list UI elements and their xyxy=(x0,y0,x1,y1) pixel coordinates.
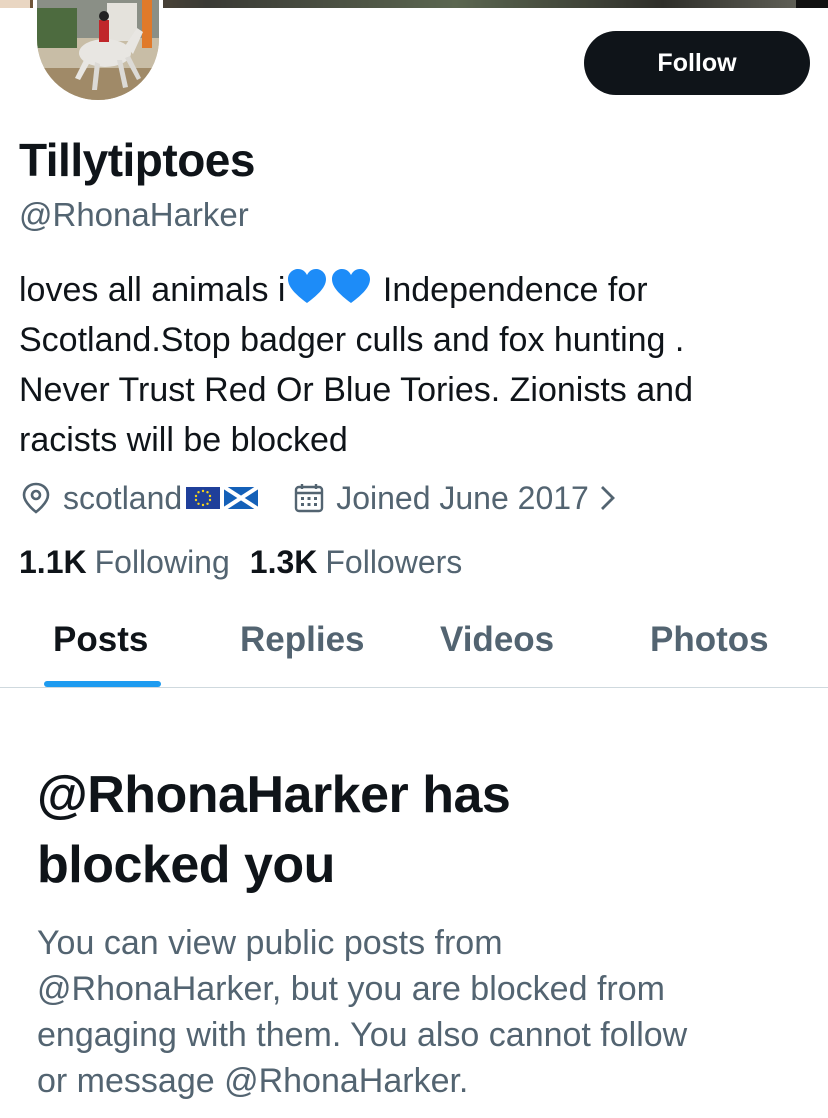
profile-tabs: Posts Replies Videos Photos xyxy=(0,600,828,688)
blocked-message: You can view public posts from @RhonaHar… xyxy=(37,920,817,1104)
display-name: Tillytiptoes xyxy=(19,134,255,186)
followers-label: Followers xyxy=(325,544,463,580)
avatar[interactable] xyxy=(33,0,163,104)
follow-stats: 1.1K Following 1.3K Followers xyxy=(19,544,462,581)
calendar-icon xyxy=(294,484,324,513)
avatar-image xyxy=(37,0,159,100)
tab-videos[interactable]: Videos xyxy=(440,620,554,660)
bio-line: Scotland.Stop badger culls and fox hunti… xyxy=(19,321,685,359)
blue-heart-icon xyxy=(288,269,327,303)
bio-line: Never Trust Red Or Blue Tories. Zionists… xyxy=(19,371,693,409)
chevron-right-icon xyxy=(600,486,615,510)
tab-photos[interactable]: Photos xyxy=(650,620,769,660)
banner-edge xyxy=(796,0,828,8)
joined-text: Joined June 2017 xyxy=(336,479,589,516)
bio-text: Independence for xyxy=(373,271,648,309)
blocked-message-line: or message @RhonaHarker. xyxy=(37,1062,469,1100)
blocked-title-line: @RhonaHarker has xyxy=(37,766,511,824)
blocked-title: @RhonaHarker has blocked you xyxy=(37,760,797,900)
location-pin-icon xyxy=(22,482,50,514)
blocked-title-line: blocked you xyxy=(37,836,335,894)
joined-date[interactable]: Joined June 2017 xyxy=(292,480,619,517)
scotland-flag-icon xyxy=(224,487,259,509)
following-count: 1.1K xyxy=(19,544,87,580)
blocked-message-line: @RhonaHarker, but you are blocked from xyxy=(37,970,665,1008)
followers-link[interactable]: 1.3K Followers xyxy=(250,544,463,581)
location-text: scotland xyxy=(63,479,183,516)
following-label: Following xyxy=(94,544,230,580)
profile-meta: scotland Joined June 2017 xyxy=(19,476,619,520)
tab-posts[interactable]: Posts xyxy=(53,620,148,660)
bio-line: racists will be blocked xyxy=(19,421,348,459)
blue-heart-icon xyxy=(332,269,371,303)
followers-count: 1.3K xyxy=(249,544,318,580)
following-link[interactable]: 1.1K Following xyxy=(19,544,230,581)
blocked-message-line: You can view public posts from xyxy=(37,924,503,962)
bio-text: loves all animals i xyxy=(19,271,286,309)
tabs-divider xyxy=(0,687,828,688)
handle: @RhonaHarker xyxy=(19,196,249,233)
banner-edge xyxy=(0,0,30,8)
bio: loves all animals i Independence for Sco… xyxy=(19,265,809,465)
tab-replies[interactable]: Replies xyxy=(240,620,365,660)
follow-button[interactable]: Follow xyxy=(584,31,810,95)
blocked-message-line: engaging with them. You also cannot foll… xyxy=(37,1016,688,1054)
bio-line: loves all animals i Independence for xyxy=(19,265,809,315)
profile-page: Follow Tillytiptoes @RhonaHarker loves a… xyxy=(0,0,828,1118)
eu-flag-icon xyxy=(186,487,221,509)
